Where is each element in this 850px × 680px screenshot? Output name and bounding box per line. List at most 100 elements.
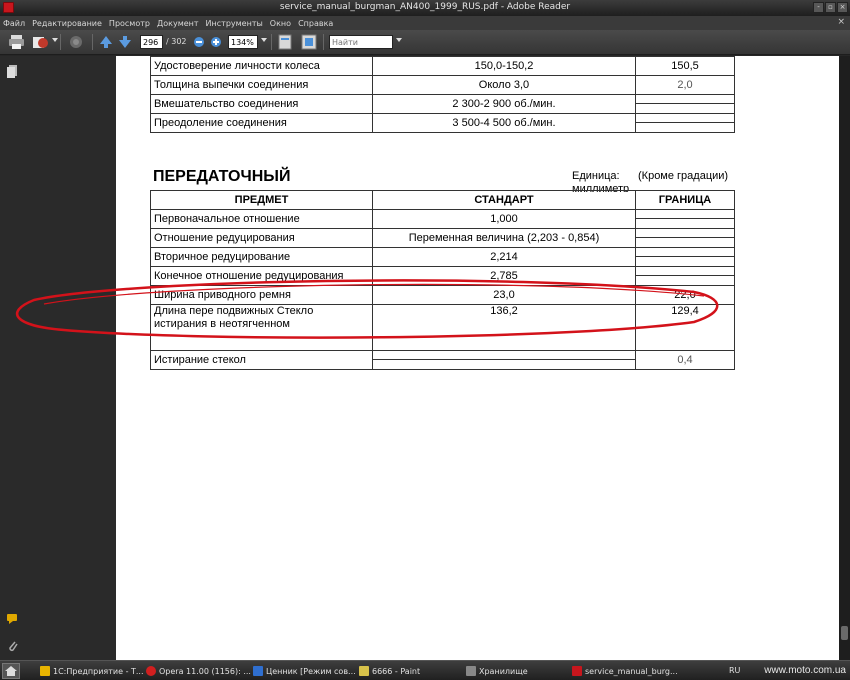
cell-item: Истирание стекол <box>150 350 373 370</box>
task-label: service_manual_burg... <box>585 666 678 676</box>
task-label: 6666 - Paint <box>372 666 421 676</box>
full-screen-icon[interactable] <box>301 34 317 50</box>
table-row: Отношение редуцирования Переменная велич… <box>150 228 735 248</box>
navigation-pane <box>0 56 24 660</box>
cell-item: Ширина приводного ремня <box>150 285 373 305</box>
document-viewport[interactable]: Удостоверение личности колеса 150,0-150,… <box>15 56 841 660</box>
menu-help[interactable]: Справка <box>298 19 333 28</box>
header-item: ПРЕДМЕТ <box>150 190 373 210</box>
table-row: Длина пере подвижных Стекло истирания в … <box>150 304 735 351</box>
taskbar: 1С:Предприятие - Т... Opera 11.00 (1156)… <box>0 660 850 680</box>
zoom-input[interactable] <box>228 35 258 49</box>
table-row: Вмешательство соединения 2 300-2 900 об.… <box>150 94 735 114</box>
separator <box>323 34 324 50</box>
scroll-thumb[interactable] <box>841 626 848 640</box>
cell-item: Удостоверение личности колеса <box>150 56 373 76</box>
close-document-icon[interactable]: × <box>837 17 845 27</box>
cell-item: Длина пере подвижных Стекло истирания в … <box>150 304 373 351</box>
share-dropdown-arrow[interactable] <box>52 38 58 42</box>
window-controls: - ▫ × <box>813 2 848 13</box>
close-button[interactable]: × <box>837 2 848 13</box>
cell-limit: 2,0 <box>635 75 735 95</box>
task-storage[interactable]: Хранилище <box>466 664 528 678</box>
table-row-highlighted: Ширина приводного ремня 23,0 22,0 <box>150 285 735 305</box>
fit-page-icon[interactable] <box>277 34 293 50</box>
attachments-icon[interactable] <box>6 639 18 653</box>
cell-limit <box>635 209 735 229</box>
cell-standard: 136,2 <box>372 304 636 351</box>
table-row: Толщина выпечки соединения Около 3,0 2,0 <box>150 75 735 95</box>
find-dropdown-arrow[interactable] <box>396 38 402 42</box>
header-limit: ГРАНИЦА <box>635 190 735 210</box>
language-indicator[interactable]: RU <box>729 666 740 675</box>
task-1c[interactable]: 1С:Предприятие - Т... <box>40 664 144 678</box>
home-icon <box>5 666 17 676</box>
cell-limit <box>635 247 735 267</box>
task-label: Opera 11.00 (1156): ... <box>159 666 251 676</box>
vertical-scrollbar[interactable] <box>839 56 850 660</box>
cell-standard: 23,0 <box>372 285 636 305</box>
cell-standard: Переменная величина (2,203 - 0,854) <box>372 228 636 248</box>
task-label: Хранилище <box>479 666 528 676</box>
title-bar: service_manual_burgman_AN400_1999_RUS.pd… <box>0 0 850 16</box>
cell-standard: 1,000 <box>372 209 636 229</box>
next-page-icon[interactable] <box>118 34 132 50</box>
menu-document[interactable]: Документ <box>157 19 199 28</box>
page-number-input[interactable] <box>140 35 163 49</box>
document-app-icon <box>253 666 263 676</box>
zoom-out-icon[interactable] <box>193 34 205 50</box>
comments-panel-icon[interactable] <box>6 613 20 625</box>
task-label: 1С:Предприятие - Т... <box>53 666 144 676</box>
cell-item: Вторичное редуцирование <box>150 247 373 267</box>
cell-limit <box>635 94 735 114</box>
cell-item: Конечное отношение редуцирования <box>150 266 373 286</box>
cell-standard: 150,0-150,2 <box>372 56 636 76</box>
comment-icon[interactable] <box>67 34 85 50</box>
minimize-button[interactable]: - <box>813 2 824 13</box>
task-adobe-reader[interactable]: service_manual_burg... <box>572 664 678 678</box>
table-row: Конечное отношение редуцирования 2,785 <box>150 266 735 286</box>
table-row: Истирание стекол 0,4 <box>150 350 735 370</box>
cell-standard <box>372 350 636 370</box>
watermark: www.moto.com.ua <box>764 665 846 676</box>
start-button[interactable] <box>2 663 20 679</box>
print-icon[interactable] <box>8 34 25 50</box>
maximize-button[interactable]: ▫ <box>825 2 836 13</box>
cell-standard: 2,785 <box>372 266 636 286</box>
prev-page-icon[interactable] <box>99 34 113 50</box>
zoom-in-icon[interactable] <box>210 34 222 50</box>
cell-limit: 0,4 <box>635 350 735 370</box>
cell-standard: 2 300-2 900 об./мин. <box>372 94 636 114</box>
cell-standard: 2,214 <box>372 247 636 267</box>
task-paint[interactable]: 6666 - Paint <box>359 664 420 678</box>
share-icon[interactable] <box>31 34 49 50</box>
table-row: Удостоверение личности колеса 150,0-150,… <box>150 56 735 76</box>
transmission-spec-table: ПРЕДМЕТ СТАНДАРТ ГРАНИЦА Первоначальное … <box>150 190 735 370</box>
menu-window[interactable]: Окно <box>270 19 291 28</box>
storage-icon <box>466 666 476 676</box>
toolbar: / 302 <box>0 30 850 55</box>
task-pricetag[interactable]: Ценник [Режим сов... <box>253 664 356 678</box>
find-input[interactable] <box>329 35 393 49</box>
menu-tools[interactable]: Инструменты <box>206 19 263 28</box>
zoom-dropdown-arrow[interactable] <box>261 38 267 42</box>
1c-app-icon <box>40 666 50 676</box>
window-title: service_manual_burgman_AN400_1999_RUS.pd… <box>279 2 571 12</box>
menu-edit[interactable]: Редактирование <box>32 19 102 28</box>
menu-view[interactable]: Просмотр <box>109 19 150 28</box>
opera-icon <box>146 666 156 676</box>
menu-bar: Файл Редактирование Просмотр Документ Ин… <box>0 16 850 30</box>
cell-limit <box>635 228 735 248</box>
cell-item: Толщина выпечки соединения <box>150 75 373 95</box>
cell-standard: Около 3,0 <box>372 75 636 95</box>
separator <box>60 34 61 50</box>
task-opera[interactable]: Opera 11.00 (1156): ... <box>146 664 251 678</box>
pages-panel-icon[interactable] <box>6 64 18 80</box>
task-label: Ценник [Режим сов... <box>266 666 356 676</box>
cell-limit: 129,4 <box>635 304 735 351</box>
menu-file[interactable]: Файл <box>3 19 25 28</box>
table-row: Вторичное редуцирование 2,214 <box>150 247 735 267</box>
cell-item: Первоначальное отношение <box>150 209 373 229</box>
cell-limit <box>635 113 735 133</box>
table-header-row: ПРЕДМЕТ СТАНДАРТ ГРАНИЦА <box>150 190 735 210</box>
